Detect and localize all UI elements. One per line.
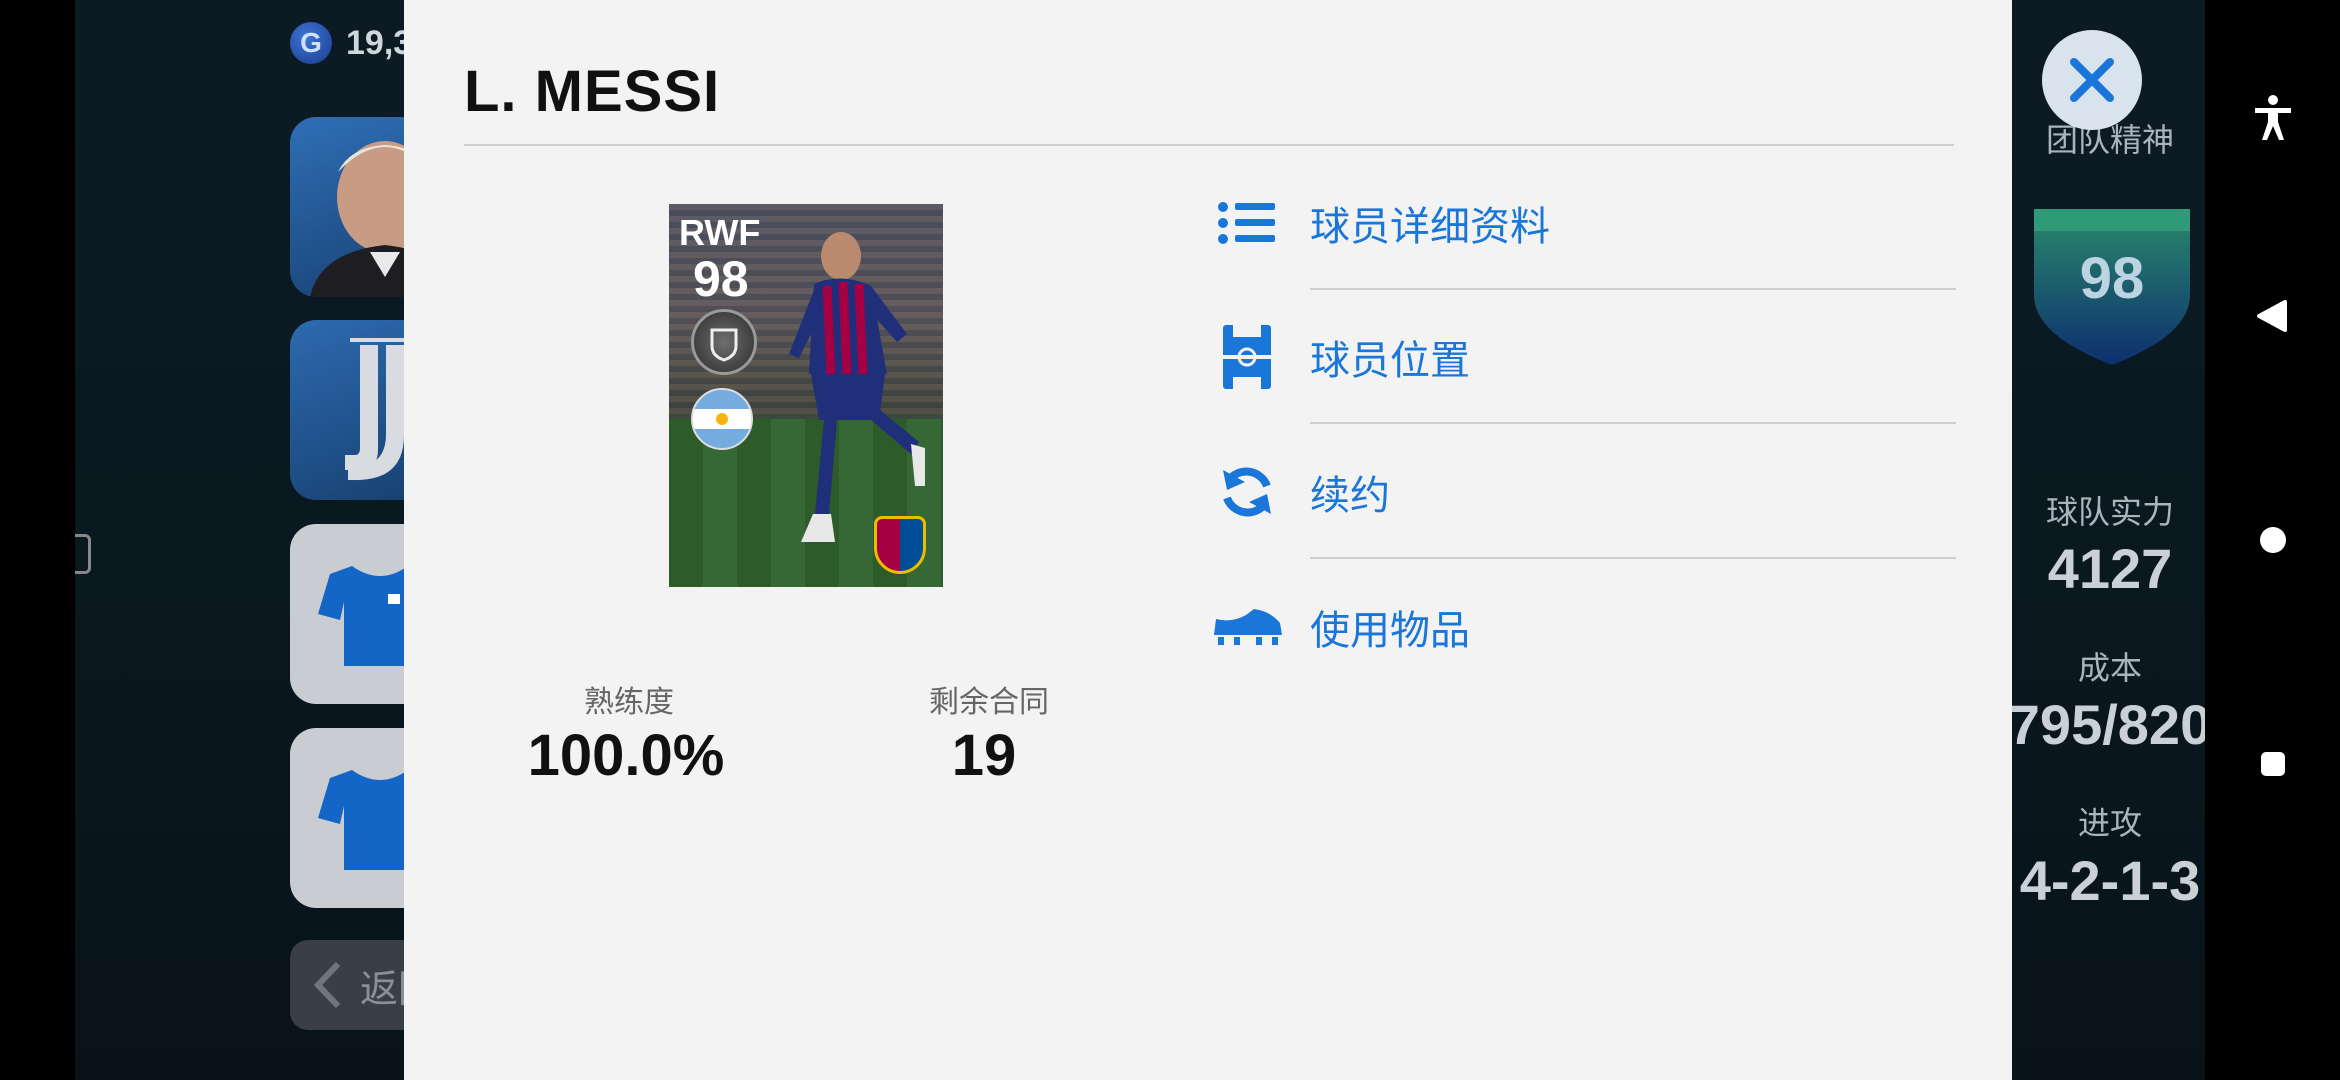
contract-remaining-value: 19 <box>951 723 1017 788</box>
menu-label: 使用物品 <box>1310 608 1470 654</box>
team-spirit-value: 98 <box>2079 246 2145 311</box>
divider <box>1310 422 1956 424</box>
team-spirit-shield: 98 <box>2030 205 2194 367</box>
close-button[interactable] <box>2042 30 2142 130</box>
menu-player-details[interactable]: 球员详细资料 <box>1204 156 1964 290</box>
list-icon <box>1212 156 1282 290</box>
cost-value: 795/820 <box>2008 693 2205 756</box>
accessibility-icon <box>2255 95 2291 140</box>
menu-label: 球员详细资料 <box>1310 204 1550 250</box>
refresh-icon <box>1212 425 1282 559</box>
boot-icon <box>1212 560 1282 694</box>
chevron-left-icon <box>313 961 341 1009</box>
proficiency-value: 100.0% <box>527 723 725 788</box>
menu-label: 续约 <box>1310 473 1390 519</box>
home-circle-icon <box>2260 527 2286 553</box>
cost-label: 成本 <box>2077 649 2142 687</box>
pitch-icon <box>1212 290 1282 424</box>
card-position: RWF <box>679 212 761 253</box>
system-nav-bar <box>2205 0 2340 1080</box>
home-nav-button[interactable] <box>2245 512 2301 568</box>
accessibility-button[interactable] <box>2245 90 2301 146</box>
recents-nav-button[interactable] <box>2245 736 2301 792</box>
formation-value: 4-2-1-3 <box>2019 849 2201 912</box>
close-icon <box>2070 58 2114 102</box>
team-strength-value: 4127 <box>2047 537 2173 600</box>
fc-barcelona-crest-icon <box>874 516 926 574</box>
coin-icon: G <box>290 22 332 64</box>
proficiency-label: 熟练度 <box>584 685 674 720</box>
attack-label: 进攻 <box>2077 804 2142 842</box>
argentina-flag-icon <box>691 388 753 450</box>
edge-marker <box>75 534 91 574</box>
contract-remaining-label: 剩余合同 <box>929 685 1049 720</box>
back-nav-button[interactable] <box>2245 288 2301 344</box>
menu-use-item[interactable]: 使用物品 <box>1204 560 1964 694</box>
player-card[interactable]: RWF 98 <box>669 204 943 587</box>
triangle-back-icon <box>2257 300 2287 332</box>
player-menu-dialog: L. MESSI RWF 98 熟练度 100.0% 剩余合同 19 球员详细资… <box>404 0 2012 1080</box>
recents-square-icon <box>2261 752 2285 776</box>
team-strength-label: 球队实力 <box>2045 493 2174 531</box>
player-badge-icon <box>691 309 757 375</box>
player-name: L. MESSI <box>464 59 721 124</box>
sun-icon <box>716 413 728 425</box>
divider <box>464 144 1954 146</box>
menu-label: 球员位置 <box>1310 338 1470 384</box>
divider <box>1310 557 1956 559</box>
shield-crest-icon <box>710 328 738 362</box>
menu-player-position[interactable]: 球员位置 <box>1204 290 1964 424</box>
menu-renew-contract[interactable]: 续约 <box>1204 425 1964 559</box>
team-summary-panel: 团队精神 98 球队实力 4127 成本 795/820 进攻 4-2-1-3 <box>1990 0 2205 1080</box>
card-rating: 98 <box>693 251 749 307</box>
